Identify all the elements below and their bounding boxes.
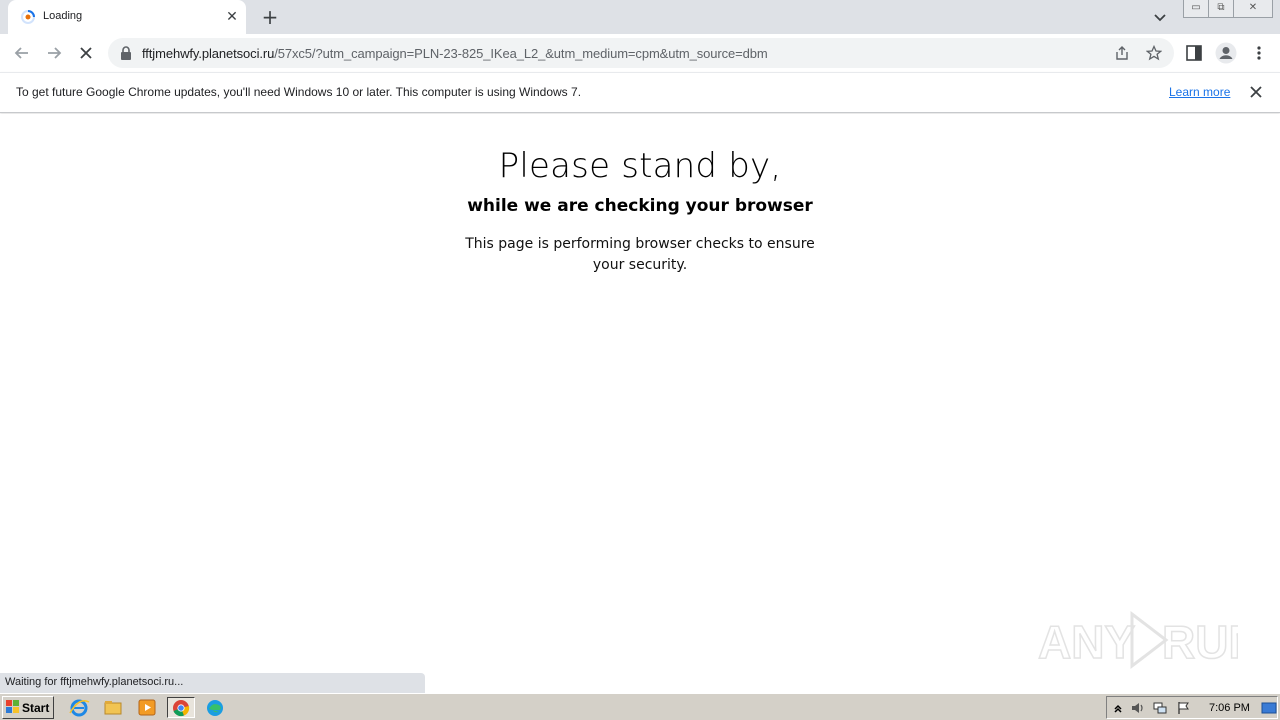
more-menu-icon[interactable] (1250, 44, 1268, 62)
url-host: fftjmehwfy.planetsoci.ru (142, 46, 275, 61)
network-icon[interactable] (1153, 701, 1167, 715)
learn-more-link[interactable]: Learn more (1169, 85, 1230, 99)
url-path: /57xc5/?utm_campaign=PLN-23-825_IKea_L2_… (274, 46, 768, 61)
address-bar[interactable]: fftjmehwfy.planetsoci.ru/57xc5/?utm_camp… (108, 38, 1174, 68)
start-button[interactable]: Start (2, 696, 54, 719)
edge-icon[interactable] (204, 697, 226, 718)
page-title: Please stand by, (498, 146, 782, 186)
svg-text:RUN: RUN (1162, 616, 1238, 668)
new-tab-button[interactable]: + (258, 5, 282, 29)
chrome-taskbar-button[interactable] (167, 697, 195, 718)
minimize-button[interactable]: ▭ (1183, 0, 1209, 18)
stop-loading-icon[interactable] (73, 40, 99, 66)
system-tray: 7:06 PM (1106, 696, 1278, 719)
show-hidden-icons-icon[interactable] (1111, 701, 1125, 715)
media-player-icon[interactable] (136, 697, 158, 718)
start-label: Start (22, 701, 50, 715)
tab-strip: Loading ✕ + ▭ ⧉ ✕ (0, 0, 1280, 34)
page-description: This page is performing browser checks t… (465, 236, 815, 273)
status-text: Waiting for fftjmehwfy.planetsoci.ru... (5, 676, 184, 688)
back-arrow-icon[interactable] (9, 40, 35, 66)
chevron-down-icon[interactable] (1150, 7, 1170, 27)
lock-icon[interactable] (120, 46, 132, 60)
internet-explorer-icon[interactable] (68, 697, 90, 718)
restore-button[interactable]: ⧉ (1208, 0, 1234, 18)
file-explorer-icon[interactable] (102, 697, 124, 718)
anyrun-watermark-logo: ANY RUN (1038, 610, 1238, 670)
browser-toolbar: fftjmehwfy.planetsoci.ru/57xc5/?utm_camp… (0, 34, 1280, 72)
share-icon[interactable] (1114, 45, 1130, 61)
bookmark-star-icon[interactable] (1146, 45, 1162, 61)
status-bubble: Waiting for fftjmehwfy.planetsoci.ru... (0, 673, 425, 693)
page-subtitle: while we are checking your browser (467, 196, 813, 216)
update-infobar: To get future Google Chrome updates, you… (0, 72, 1280, 113)
windows-logo-icon (6, 700, 19, 713)
windows-taskbar: Start 7:06 PM (0, 693, 1280, 720)
close-icon[interactable] (1248, 84, 1264, 100)
side-panel-icon[interactable] (1185, 44, 1203, 62)
browser-tab[interactable]: Loading ✕ (8, 0, 246, 34)
chrome-icon (173, 700, 190, 717)
taskbar-clock[interactable]: 7:06 PM (1209, 702, 1250, 714)
tab-title: Loading (43, 10, 83, 22)
forward-arrow-icon[interactable] (41, 40, 67, 66)
tab-close-icon[interactable]: ✕ (224, 9, 240, 25)
profile-avatar-icon[interactable] (1215, 42, 1237, 64)
action-center-flag-icon[interactable] (1177, 701, 1191, 715)
svg-text:ANY: ANY (1038, 616, 1135, 668)
page-content: Please stand by, while we are checking y… (0, 114, 1280, 673)
show-desktop-icon[interactable] (1261, 701, 1277, 715)
speaker-icon[interactable] (1131, 701, 1145, 715)
url-text[interactable]: fftjmehwfy.planetsoci.ru/57xc5/?utm_camp… (142, 46, 768, 61)
loading-spinner-icon (21, 10, 35, 24)
close-window-button[interactable]: ✕ (1233, 0, 1273, 18)
infobar-message: To get future Google Chrome updates, you… (16, 85, 582, 99)
